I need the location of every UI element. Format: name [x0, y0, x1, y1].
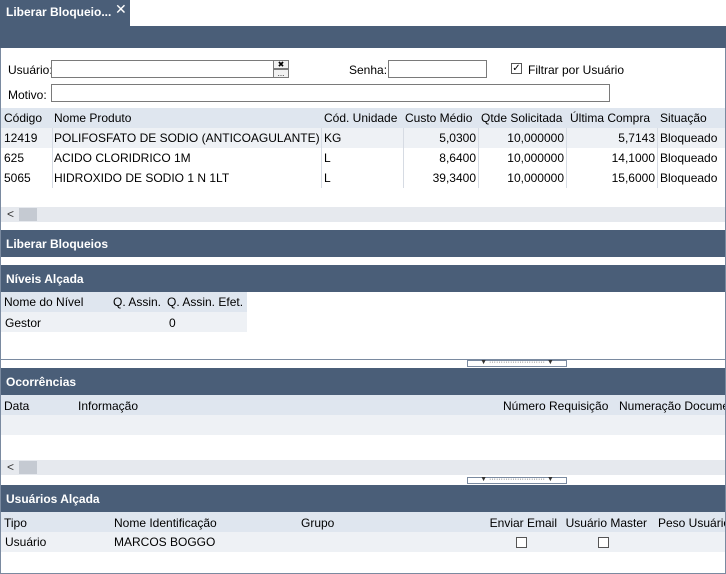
tab-title: Liberar Bloqueio...: [6, 5, 112, 19]
splitter-handle[interactable]: ▼ ························ ▼: [467, 476, 567, 484]
col-q-assin[interactable]: Q. Assin.: [113, 295, 167, 309]
niveis-alcada-header: Níveis Alçada: [1, 265, 725, 292]
liberar-bloqueios-header: Liberar Bloqueios: [1, 230, 725, 257]
cell-tipo: Usuário: [5, 535, 47, 549]
col-nome-identificacao[interactable]: Nome Identificação: [114, 516, 298, 530]
table-row[interactable]: 12419 POLIFOSFATO DE SODIO (ANTICOAGULAN…: [1, 128, 725, 148]
cell-nome-do-nivel: Gestor: [5, 316, 42, 330]
scroll-left-icon[interactable]: <: [7, 207, 14, 221]
ocorrencias-header-row: Data Informação Número Requisição Numera…: [1, 395, 725, 415]
column-divider: [403, 128, 404, 188]
cell-codigo: 12419: [4, 131, 38, 145]
empty-row: [1, 415, 725, 435]
scroll-left-icon[interactable]: <: [7, 460, 14, 474]
cell-situacao: Bloqueado: [660, 171, 718, 185]
cell-qtde-solicitada: 10,000000: [507, 131, 564, 145]
cell-cod-unidade: L: [324, 151, 331, 165]
cell-nome-produto: HIDROXIDO DE SODIO 1 N 1LT: [54, 171, 230, 185]
cell-ultima-compra: 5,7143: [618, 131, 655, 145]
usuarios-alcada-title: Usuários Alçada: [6, 492, 100, 506]
col-ultima-compra[interactable]: Última Compra: [570, 111, 658, 125]
column-divider: [52, 128, 53, 188]
ocorrencias-header: Ocorrências: [1, 368, 725, 395]
close-icon[interactable]: ✕: [115, 1, 127, 18]
col-situacao[interactable]: Situação: [660, 111, 724, 125]
col-codigo[interactable]: Código: [4, 111, 52, 125]
cell-ultima-compra: 15,6000: [611, 171, 655, 185]
col-qtde-solicitada[interactable]: Qtde Solicitada: [481, 111, 567, 125]
senha-label: Senha:: [349, 63, 388, 77]
cell-situacao: Bloqueado: [660, 151, 718, 165]
cell-q-assin-efet: 0: [169, 316, 176, 330]
col-custo-medio[interactable]: Custo Médio: [405, 111, 478, 125]
column-divider: [657, 128, 658, 188]
divider: [1, 359, 725, 360]
cell-nome-produto: POLIFOSFATO DE SODIO (ANTICOAGULANTE): [54, 131, 320, 145]
cell-nome-identificacao: MARCOS BOGGO: [114, 535, 216, 549]
col-numeracao-documento[interactable]: Numeração Documento: [619, 399, 725, 413]
table-row[interactable]: 625 ACIDO CLORIDRICO 1M L 8,6400 10,0000…: [1, 148, 725, 168]
cell-custo-medio: 39,3400: [432, 171, 476, 185]
col-enviar-email[interactable]: Enviar Email: [483, 516, 557, 530]
ocorrencias-hscrollbar[interactable]: <: [1, 460, 725, 475]
cell-custo-medio: 8,6400: [439, 151, 476, 165]
filtrar-label: Filtrar por Usuário: [528, 63, 625, 77]
filtrar-checkbox[interactable]: ✓: [511, 63, 522, 74]
col-q-assin-efet[interactable]: Q. Assin. Efet.: [167, 295, 247, 309]
cell-cod-unidade: L: [324, 171, 331, 185]
table-row[interactable]: Gestor 0: [1, 312, 247, 332]
usuarios-header-row: Tipo Nome Identificação Grupo Enviar Ema…: [1, 512, 725, 532]
enviar-email-checkbox[interactable]: [516, 537, 527, 548]
products-hscrollbar[interactable]: <: [1, 207, 725, 222]
toolbar-band: [0, 26, 726, 48]
cell-custo-medio: 5,0300: [439, 131, 476, 145]
cell-qtde-solicitada: 10,000000: [507, 171, 564, 185]
scroll-thumb[interactable]: [19, 208, 37, 221]
cell-ultima-compra: 14,1000: [611, 151, 655, 165]
usuario-label: Usuário:: [8, 63, 53, 77]
niveis-header-row: Nome do Nível Q. Assin. Q. Assin. Efet.: [1, 292, 247, 312]
cell-situacao: Bloqueado: [660, 131, 718, 145]
motivo-label: Motivo:: [8, 88, 47, 102]
senha-input[interactable]: [388, 60, 487, 78]
col-data[interactable]: Data: [4, 399, 74, 413]
products-header-row: Código Nome Produto Cód. Unidade Custo M…: [1, 108, 725, 128]
scroll-thumb[interactable]: [19, 461, 37, 474]
column-divider: [478, 128, 479, 188]
cell-codigo: 5065: [4, 171, 31, 185]
table-row[interactable]: Usuário MARCOS BOGGO: [1, 532, 725, 552]
column-divider: [566, 128, 567, 188]
usuario-master-checkbox[interactable]: [598, 537, 609, 548]
cell-nome-produto: ACIDO CLORIDRICO 1M: [54, 151, 191, 165]
usuario-input[interactable]: [51, 60, 274, 78]
usuarios-alcada-header: Usuários Alçada: [1, 485, 725, 512]
col-numero-requisicao[interactable]: Número Requisição: [503, 399, 617, 413]
column-divider: [321, 128, 322, 188]
liberar-bloqueios-title: Liberar Bloqueios: [6, 237, 109, 251]
col-nome-produto[interactable]: Nome Produto: [54, 111, 320, 125]
splitter-handle[interactable]: ▼ ························ ▼: [467, 359, 567, 367]
lookup-more-button[interactable]: ...: [273, 69, 289, 78]
tab-liberar-bloqueio[interactable]: Liberar Bloqueio...: [0, 0, 130, 26]
cell-qtde-solicitada: 10,000000: [507, 151, 564, 165]
motivo-input[interactable]: [51, 84, 610, 102]
cell-codigo: 625: [4, 151, 25, 165]
col-informacao[interactable]: Informação: [78, 399, 498, 413]
col-tipo[interactable]: Tipo: [4, 516, 110, 530]
col-nome-do-nivel[interactable]: Nome do Nível: [4, 295, 110, 309]
col-peso-usuario[interactable]: Peso Usuário: [658, 516, 725, 530]
col-grupo[interactable]: Grupo: [301, 516, 481, 530]
niveis-alcada-title: Níveis Alçada: [6, 272, 84, 286]
cell-cod-unidade: KG: [324, 131, 342, 145]
col-cod-unidade[interactable]: Cód. Unidade: [324, 111, 404, 125]
table-row[interactable]: 5065 HIDROXIDO DE SODIO 1 N 1LT L 39,340…: [1, 168, 725, 188]
col-usuario-master[interactable]: Usuário Master: [559, 516, 647, 530]
ocorrencias-title: Ocorrências: [6, 375, 77, 389]
clear-icon[interactable]: ✖: [273, 60, 289, 69]
products-grid: Código Nome Produto Cód. Unidade Custo M…: [1, 108, 725, 221]
